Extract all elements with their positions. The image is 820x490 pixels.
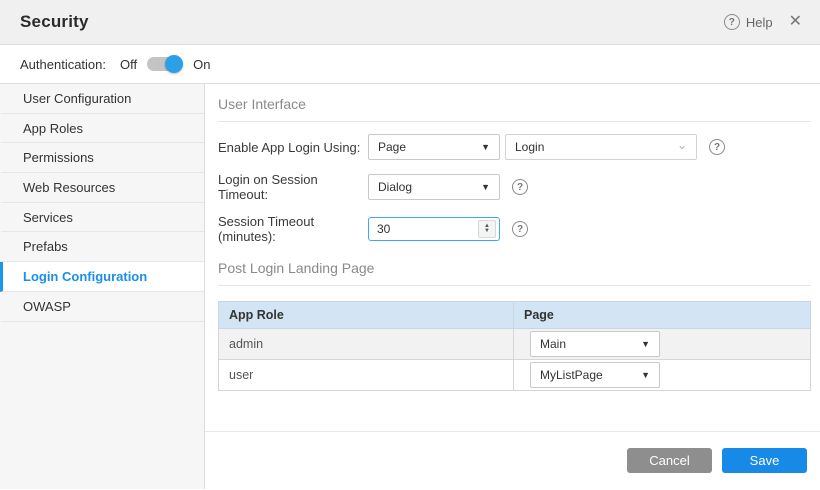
- sidebar-item-owasp[interactable]: OWASP: [0, 292, 204, 322]
- admin-page-value: Main: [540, 337, 566, 351]
- sidebar-item-app-roles[interactable]: App Roles: [0, 114, 204, 144]
- user-page-value: MyListPage: [540, 368, 603, 382]
- dialog-header: Security ? Help ✕: [0, 0, 820, 45]
- role-cell: user: [219, 360, 514, 391]
- help-icon[interactable]: ?: [709, 139, 725, 155]
- sidebar-item-permissions[interactable]: Permissions: [0, 143, 204, 173]
- sidebar-item-login-configuration[interactable]: Login Configuration: [0, 262, 204, 292]
- spinner-down-icon: ▼: [484, 229, 490, 234]
- sidebar-item-web-resources[interactable]: Web Resources: [0, 173, 204, 203]
- sidebar-item-user-configuration[interactable]: User Configuration: [0, 84, 204, 114]
- page-title: Security: [20, 12, 89, 32]
- user-page-select[interactable]: MyListPage ▼: [530, 362, 660, 388]
- number-spinner[interactable]: ▲ ▼: [478, 220, 496, 238]
- security-dialog: Security ? Help ✕ Authentication: Off On…: [0, 0, 820, 490]
- dropdown-arrow-icon: ▼: [481, 143, 490, 152]
- session-timeout-input[interactable]: [369, 218, 478, 240]
- help-icon[interactable]: ?: [512, 221, 528, 237]
- dropdown-arrow-icon: ▼: [481, 183, 490, 192]
- authentication-bar: Authentication: Off On: [0, 45, 820, 84]
- login-type-value: Page: [378, 140, 406, 154]
- session-timeout-login-row: Login on Session Timeout: Dialog ▼ ?: [218, 172, 811, 202]
- dropdown-arrow-icon: ▼: [641, 340, 650, 349]
- close-icon[interactable]: ✕: [789, 14, 802, 30]
- table-row-admin: admin Main ▼: [219, 329, 811, 360]
- login-page-select[interactable]: Login ⌄: [505, 134, 697, 160]
- cancel-button[interactable]: Cancel: [627, 448, 712, 473]
- landing-page-table: App Role Page admin Main ▼: [218, 301, 811, 391]
- timeout-login-type-value: Dialog: [378, 180, 412, 194]
- help-icon: ?: [724, 14, 740, 30]
- authentication-toggle[interactable]: [147, 55, 183, 73]
- help-icon[interactable]: ?: [512, 179, 528, 195]
- enable-app-login-row: Enable App Login Using: Page ▼ Login ⌄ ?: [218, 134, 811, 160]
- dropdown-arrow-icon: ▼: [641, 371, 650, 380]
- login-configuration-panel: User Interface Enable App Login Using: P…: [205, 84, 820, 489]
- help-label: Help: [746, 15, 773, 30]
- role-cell: admin: [219, 329, 514, 360]
- login-type-select[interactable]: Page ▼: [368, 134, 500, 160]
- dialog-footer: Cancel Save: [205, 431, 820, 489]
- enable-app-login-label: Enable App Login Using:: [218, 140, 368, 155]
- sidebar-item-prefabs[interactable]: Prefabs: [0, 232, 204, 262]
- toggle-knob: [165, 55, 183, 73]
- session-timeout-field-wrap: ▲ ▼: [368, 217, 500, 241]
- admin-page-select[interactable]: Main ▼: [530, 331, 660, 357]
- table-row-user: user MyListPage ▼: [219, 360, 811, 391]
- toggle-off-label: Off: [120, 57, 137, 72]
- session-timeout-minutes-label: Session Timeout (minutes):: [218, 214, 368, 244]
- chevron-down-icon: ⌄: [677, 139, 687, 151]
- column-header-app-role: App Role: [219, 302, 514, 329]
- login-page-value: Login: [515, 140, 544, 154]
- section-title-user-interface: User Interface: [218, 96, 811, 122]
- settings-sidebar: User Configuration App Roles Permissions…: [0, 84, 205, 489]
- toggle-on-label: On: [193, 57, 210, 72]
- sidebar-item-services[interactable]: Services: [0, 203, 204, 233]
- help-button[interactable]: ? Help: [724, 14, 773, 30]
- authentication-label: Authentication:: [20, 57, 106, 72]
- session-timeout-minutes-row: Session Timeout (minutes): ▲ ▼ ?: [218, 214, 811, 244]
- timeout-login-type-select[interactable]: Dialog ▼: [368, 174, 500, 200]
- save-button[interactable]: Save: [722, 448, 807, 473]
- column-header-page: Page: [514, 302, 811, 329]
- section-title-post-login: Post Login Landing Page: [218, 260, 811, 286]
- session-timeout-login-label: Login on Session Timeout:: [218, 172, 368, 202]
